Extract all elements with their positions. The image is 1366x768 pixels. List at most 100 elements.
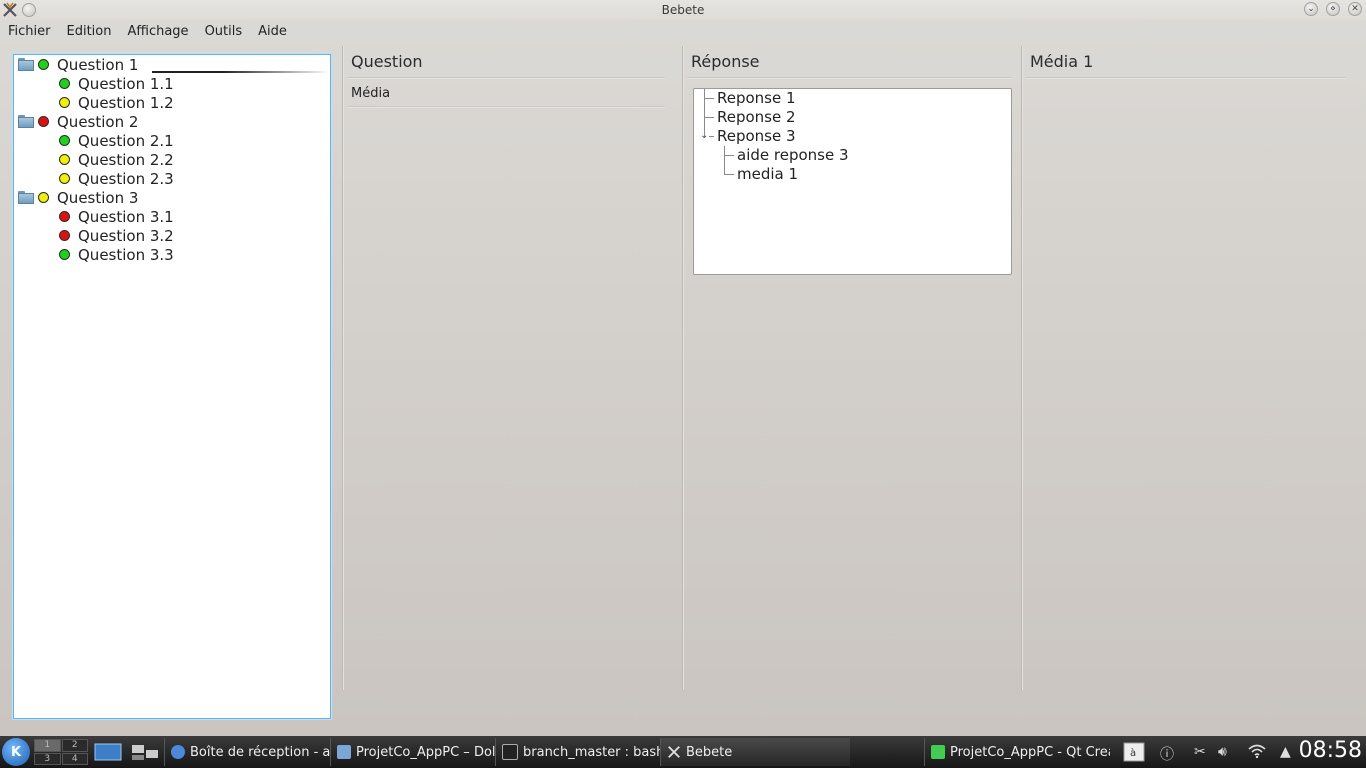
menubar: Fichier Edition Affichage Outils Aide bbox=[0, 20, 1366, 42]
kde-menu-icon[interactable]: K bbox=[2, 738, 30, 766]
status-dot-icon bbox=[59, 230, 70, 241]
question-tree[interactable]: Question 1 Question 1.1 Question 1.2 Que… bbox=[13, 54, 331, 719]
tree-item-question-3[interactable]: Question 3 bbox=[18, 188, 138, 207]
divider bbox=[347, 77, 665, 79]
column-divider[interactable] bbox=[1021, 46, 1022, 690]
tree-item-label: Question 3.2 bbox=[78, 226, 174, 245]
show-desktop-icon[interactable] bbox=[94, 739, 124, 765]
tree-item-question-1[interactable]: Question 1 bbox=[18, 55, 138, 74]
browser-icon bbox=[171, 745, 185, 759]
reponse-column-title: Réponse bbox=[691, 52, 760, 71]
task-label: branch_master : bash bbox=[523, 744, 660, 760]
status-dot-icon bbox=[59, 173, 70, 184]
divider bbox=[1026, 77, 1346, 79]
tree-item-question-3-2[interactable]: Question 3.2 bbox=[59, 226, 174, 245]
task-label: ProjetCo_AppPC – Dolph bbox=[356, 744, 495, 760]
menu-affichage[interactable]: Affichage bbox=[119, 24, 196, 39]
file-manager-icon bbox=[337, 745, 351, 759]
tree-item-question-2[interactable]: Question 2 bbox=[18, 112, 138, 131]
tree-item-label: Question 1 bbox=[57, 55, 139, 74]
tray-expand-icon[interactable]: ▲ bbox=[1280, 744, 1291, 760]
tree-item-label: Question 1.2 bbox=[78, 93, 174, 112]
clipboard-icon[interactable]: à bbox=[1122, 739, 1148, 765]
media-column-title: Média 1 bbox=[1030, 52, 1094, 71]
info-icon[interactable]: ⓘ bbox=[1160, 744, 1174, 764]
tree-item-question-2-2[interactable]: Question 2.2 bbox=[59, 150, 174, 169]
clock[interactable]: 08:58 bbox=[1299, 738, 1362, 763]
pager-desktop-2[interactable]: 2 bbox=[61, 739, 88, 752]
terminal-icon bbox=[502, 744, 518, 760]
tree-item-question-1-2[interactable]: Question 1.2 bbox=[59, 93, 174, 112]
tree-item-aide-reponse-3[interactable]: aide reponse 3 bbox=[737, 146, 849, 165]
tree-item-label: Question 3 bbox=[57, 188, 139, 207]
selection-underline bbox=[152, 71, 330, 73]
status-dot-icon bbox=[59, 154, 70, 165]
column-divider[interactable] bbox=[342, 46, 343, 690]
task-dolphin[interactable]: ProjetCo_AppPC – Dolph bbox=[330, 738, 495, 766]
menu-outils[interactable]: Outils bbox=[197, 24, 251, 39]
tree-item-reponse-2[interactable]: Reponse 2 bbox=[717, 108, 796, 127]
pager-desktop-3[interactable]: 3 bbox=[34, 752, 61, 765]
folder-icon bbox=[18, 115, 34, 128]
tree-item-label: Question 3.1 bbox=[78, 207, 174, 226]
question-column-title: Question bbox=[351, 52, 423, 71]
volume-icon[interactable]: 🔊︎ bbox=[1218, 744, 1227, 760]
minimize-button[interactable]: ⌄ bbox=[1304, 2, 1318, 16]
tree-item-label: Question 1.1 bbox=[78, 74, 174, 93]
status-dot-icon bbox=[59, 211, 70, 222]
tree-branch-line bbox=[724, 146, 725, 174]
pager-desktop-1[interactable]: 1 bbox=[34, 739, 61, 752]
task-bebete[interactable]: Bebete bbox=[660, 738, 850, 766]
tree-item-question-3-1[interactable]: Question 3.1 bbox=[59, 207, 174, 226]
tree-item-question-3-3[interactable]: Question 3.3 bbox=[59, 245, 174, 264]
app-icon[interactable] bbox=[2, 2, 18, 18]
desktop-pager[interactable]: 1 2 3 4 bbox=[34, 739, 88, 765]
task-label: Bebete bbox=[686, 744, 733, 760]
tree-item-label: Question 2 bbox=[57, 112, 139, 131]
maximize-button[interactable]: ⋄ bbox=[1326, 2, 1340, 16]
app-icon bbox=[667, 745, 681, 759]
status-dot-icon bbox=[38, 192, 49, 203]
task-label: Boîte de réception - ar bbox=[190, 744, 330, 760]
divider bbox=[687, 77, 1011, 79]
task-terminal[interactable]: branch_master : bash bbox=[495, 738, 660, 766]
tree-item-question-2-3[interactable]: Question 2.3 bbox=[59, 169, 174, 188]
window-titlebar: Bebete ⌄ ⋄ ✕ bbox=[0, 0, 1366, 20]
divider bbox=[347, 106, 665, 108]
task-qtcreator[interactable]: ProjetCo_AppPC - Qt Crea bbox=[924, 738, 1110, 766]
tree-branch-line bbox=[709, 136, 714, 137]
wifi-icon[interactable] bbox=[1248, 744, 1266, 762]
status-dot-icon bbox=[59, 249, 70, 260]
svg-text:à: à bbox=[1130, 747, 1136, 759]
question-media-label: Média bbox=[351, 86, 391, 101]
tree-item-question-1-1[interactable]: Question 1.1 bbox=[59, 74, 174, 93]
pager-desktop-4[interactable]: 4 bbox=[61, 752, 88, 765]
folder-icon bbox=[18, 191, 34, 204]
folder-icon bbox=[18, 58, 34, 71]
window-title: Bebete bbox=[661, 3, 705, 17]
status-dot-icon bbox=[59, 135, 70, 146]
window-list-icon[interactable] bbox=[130, 739, 162, 765]
menu-edition[interactable]: Edition bbox=[59, 24, 120, 39]
reponse-tree[interactable]: ⌄ Reponse 1 Reponse 2 Reponse 3 aide rep… bbox=[693, 88, 1012, 275]
tree-item-reponse-3[interactable]: Reponse 3 bbox=[717, 127, 796, 146]
chevron-down-icon[interactable]: ⌄ bbox=[700, 130, 708, 141]
task-label: ProjetCo_AppPC - Qt Crea bbox=[950, 744, 1110, 760]
scissors-icon[interactable]: ✂ bbox=[1194, 744, 1206, 760]
menu-fichier[interactable]: Fichier bbox=[0, 24, 59, 39]
tree-branch-line bbox=[704, 98, 714, 99]
tree-item-label: Question 2.1 bbox=[78, 131, 174, 150]
column-divider[interactable] bbox=[682, 46, 683, 690]
menu-aide[interactable]: Aide bbox=[250, 24, 295, 39]
status-dot-icon bbox=[59, 78, 70, 89]
tree-item-question-2-1[interactable]: Question 2.1 bbox=[59, 131, 174, 150]
qt-creator-icon bbox=[931, 745, 945, 759]
tree-item-media-1[interactable]: media 1 bbox=[737, 165, 798, 184]
tree-item-label: Question 2.2 bbox=[78, 150, 174, 169]
tree-item-label: Question 3.3 bbox=[78, 245, 174, 264]
close-button[interactable]: ✕ bbox=[1348, 2, 1362, 16]
window-menu-button[interactable] bbox=[22, 3, 36, 17]
tree-branch-line bbox=[724, 155, 734, 156]
tree-item-reponse-1[interactable]: Reponse 1 bbox=[717, 89, 796, 108]
task-mail[interactable]: Boîte de réception - ar bbox=[164, 738, 330, 766]
